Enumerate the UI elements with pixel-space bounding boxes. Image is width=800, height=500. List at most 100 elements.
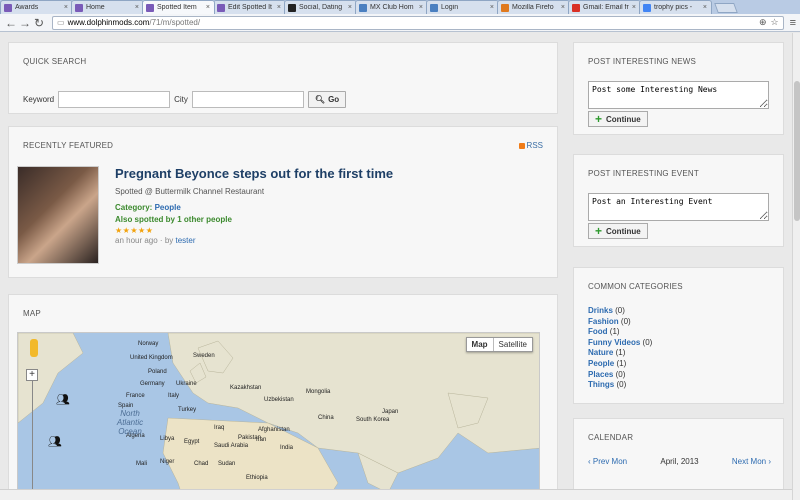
zoom-icon[interactable]: ⊕ [759,17,767,28]
category-link[interactable]: Things [588,380,614,389]
browser-tab[interactable]: Gmail: Email fr × [568,0,641,14]
map-place-label: Afghanistan [258,427,290,433]
category-link[interactable]: People [588,359,614,368]
horizontal-scrollbar[interactable] [0,489,792,500]
tab-label: trophy pics - [654,4,693,11]
prev-month-link[interactable]: ‹ Prev Mon [588,457,627,466]
forward-icon[interactable]: → [18,16,32,30]
tab-close-icon[interactable]: × [632,4,636,11]
tab-favicon-icon [501,3,509,12]
browser-tab[interactable]: Mozilla Firefo × [497,0,570,14]
next-month-link[interactable]: Next Mon › [732,457,771,466]
tab-close-icon[interactable]: × [490,4,494,11]
browser-tab[interactable]: Social, Dating × [284,0,357,14]
tab-close-icon[interactable]: × [419,4,423,11]
map-place-label: Mongolia [306,389,331,395]
new-tab-button[interactable] [714,3,738,13]
tab-label: Mozilla Firefo [512,4,554,11]
category-link[interactable]: Food [588,327,608,336]
category-link[interactable]: Nature [588,348,613,357]
vertical-scrollbar[interactable] [792,33,800,500]
tab-close-icon[interactable]: × [135,4,139,11]
scrollbar-thumb[interactable] [794,81,800,221]
map-place-label: United Kingdom [130,355,173,361]
map-type-map-button[interactable]: Map [467,338,494,351]
category-item: Funny Videos (0) [588,338,652,349]
tab-label: Gmail: Email fr [583,4,629,11]
address-bar[interactable]: ▭ www.dolphinmods.com/71/m/spotted/ ⊕ ☆ [52,15,784,30]
zoom-slider-track[interactable] [32,381,33,500]
back-icon[interactable]: ← [4,16,18,30]
keyword-label: Keyword [23,95,55,104]
map-place-label: Germany [140,381,165,387]
category-link[interactable]: Fashion [588,317,619,326]
map-marker-people-icon[interactable]: 👥︎ [48,435,62,448]
tab-close-icon[interactable]: × [561,4,565,11]
bookmark-star-icon[interactable]: ☆ [771,17,779,28]
tab-label: Home [86,4,105,11]
tab-close-icon[interactable]: × [206,4,210,11]
rating-stars: ★★★★★ [115,226,154,235]
map-type-satellite-button[interactable]: Satellite [494,338,532,351]
tab-favicon-icon [288,3,296,12]
browser-tab[interactable]: Login × [426,0,499,14]
tab-close-icon[interactable]: × [64,4,68,11]
news-continue-button[interactable]: + Continue [588,111,648,127]
category-count: (0) [615,369,626,379]
world-map[interactable]: + Map Satellite Norway Sweden United Kingd… [17,332,540,500]
continue-label: Continue [606,226,641,236]
street-view-pegman-icon[interactable] [30,339,38,357]
map-place-label: Kazakhstan [230,385,262,391]
map-place-label: France [126,393,145,399]
rss-link[interactable]: RSS [518,141,543,150]
map-marker-people-icon[interactable]: 👥︎ [56,393,70,406]
news-textarea[interactable]: Post some Interesting News [588,81,769,109]
quick-search-panel: QUICK SEARCH Keyword City 🔍︎ Go [8,42,558,114]
calendar-panel: CALENDAR ‹ Prev Mon April, 2013 Next Mon… [573,418,784,500]
category-link[interactable]: Drinks [588,306,613,315]
featured-item-title[interactable]: Pregnant Beyonce steps out for the first… [115,166,393,181]
map-landmass [18,333,539,500]
map-place-label: Italy [168,393,180,399]
post-news-title: POST INTERESTING NEWS [588,57,697,66]
category-count: (0) [620,316,631,326]
tab-close-icon[interactable]: × [277,4,281,11]
go-label: Go [328,95,340,104]
go-button[interactable]: 🔍︎ Go [307,91,347,108]
featured-spotted-at: Spotted @ Buttermilk Channel Restaurant [115,187,265,196]
category-link[interactable]: People [155,203,181,212]
category-item: Food (1) [588,327,652,338]
plus-icon: + [595,112,603,126]
category-link[interactable]: Places [588,370,613,379]
url-host: www.dolphinmods.com [67,18,150,27]
map-place-label: Ukraine [176,381,197,387]
map-type-control: Map Satellite [465,337,533,352]
reload-icon[interactable]: ↻ [32,16,46,30]
tab-close-icon[interactable]: × [703,4,707,11]
map-place-label: Iraq [214,425,225,431]
event-continue-button[interactable]: + Continue [588,223,648,239]
tab-favicon-icon [572,3,580,12]
author-link[interactable]: tester [176,236,196,245]
tab-label: Social, Dating [299,4,343,11]
browser-tab[interactable]: MX Club Hom × [355,0,428,14]
plus-icon: + [595,224,603,238]
browser-tab[interactable]: Awards × [0,0,73,14]
city-input[interactable] [191,91,304,108]
settings-wrench-icon[interactable]: ≡ [790,17,796,29]
event-textarea[interactable]: Post an Interesting Event [588,193,769,221]
browser-tab[interactable]: Home × [71,0,144,14]
browser-tab-bar: Awards × Home × Spotted Item × Edit Spotted It… [0,0,800,14]
map-place-label: Pakistan [238,435,262,441]
map-place-label: Poland [148,369,167,375]
tab-close-icon[interactable]: × [348,4,352,11]
browser-tab[interactable]: Edit Spotted It × [213,0,286,14]
category-link[interactable]: Funny Videos [588,338,640,347]
featured-photo[interactable] [17,166,99,264]
browser-tab[interactable]: trophy pics - × [639,0,712,14]
browser-tab[interactable]: Spotted Item × [142,0,215,14]
zoom-in-button[interactable]: + [26,369,38,381]
category-count: (0) [616,380,627,390]
keyword-input[interactable] [58,91,171,108]
map-place-label: Uzbekistan [264,397,294,403]
